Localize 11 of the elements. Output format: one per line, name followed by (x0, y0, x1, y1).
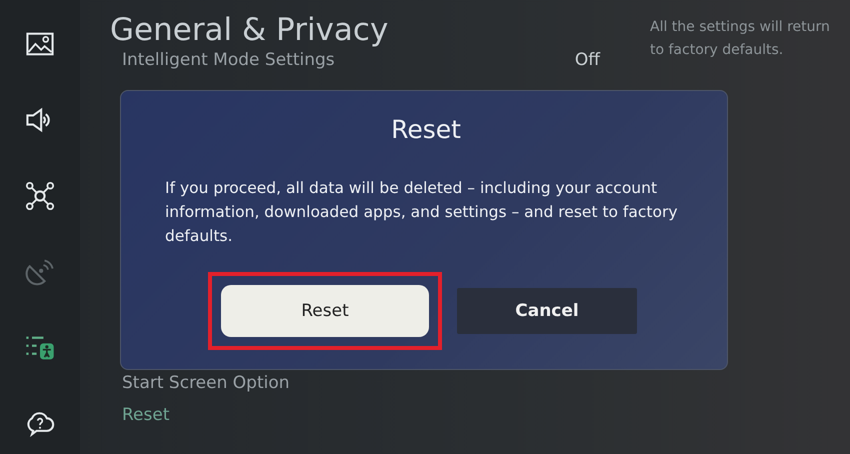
help-text: All the settings will return to factory defaults. (650, 18, 831, 60)
setting-value: Off (574, 50, 600, 70)
dialog-title: Reset (390, 115, 462, 144)
cancel-button[interactable]: Cancel (457, 288, 637, 334)
dialog-message: If you proceed, all data will be deleted – including your account information, downloaded apps, and settings – and reset to factory defaults. (165, 178, 679, 247)
menu-item[interactable]: Intelligent Mode Settings (122, 50, 335, 70)
menu-item[interactable]: Reset (122, 405, 170, 425)
page-title: General & Privacy (110, 12, 390, 48)
confirm-button[interactable]: Reset (221, 285, 429, 337)
menu-item[interactable]: Start Screen Option (122, 373, 290, 393)
network-nodes-icon[interactable] (24, 180, 56, 212)
